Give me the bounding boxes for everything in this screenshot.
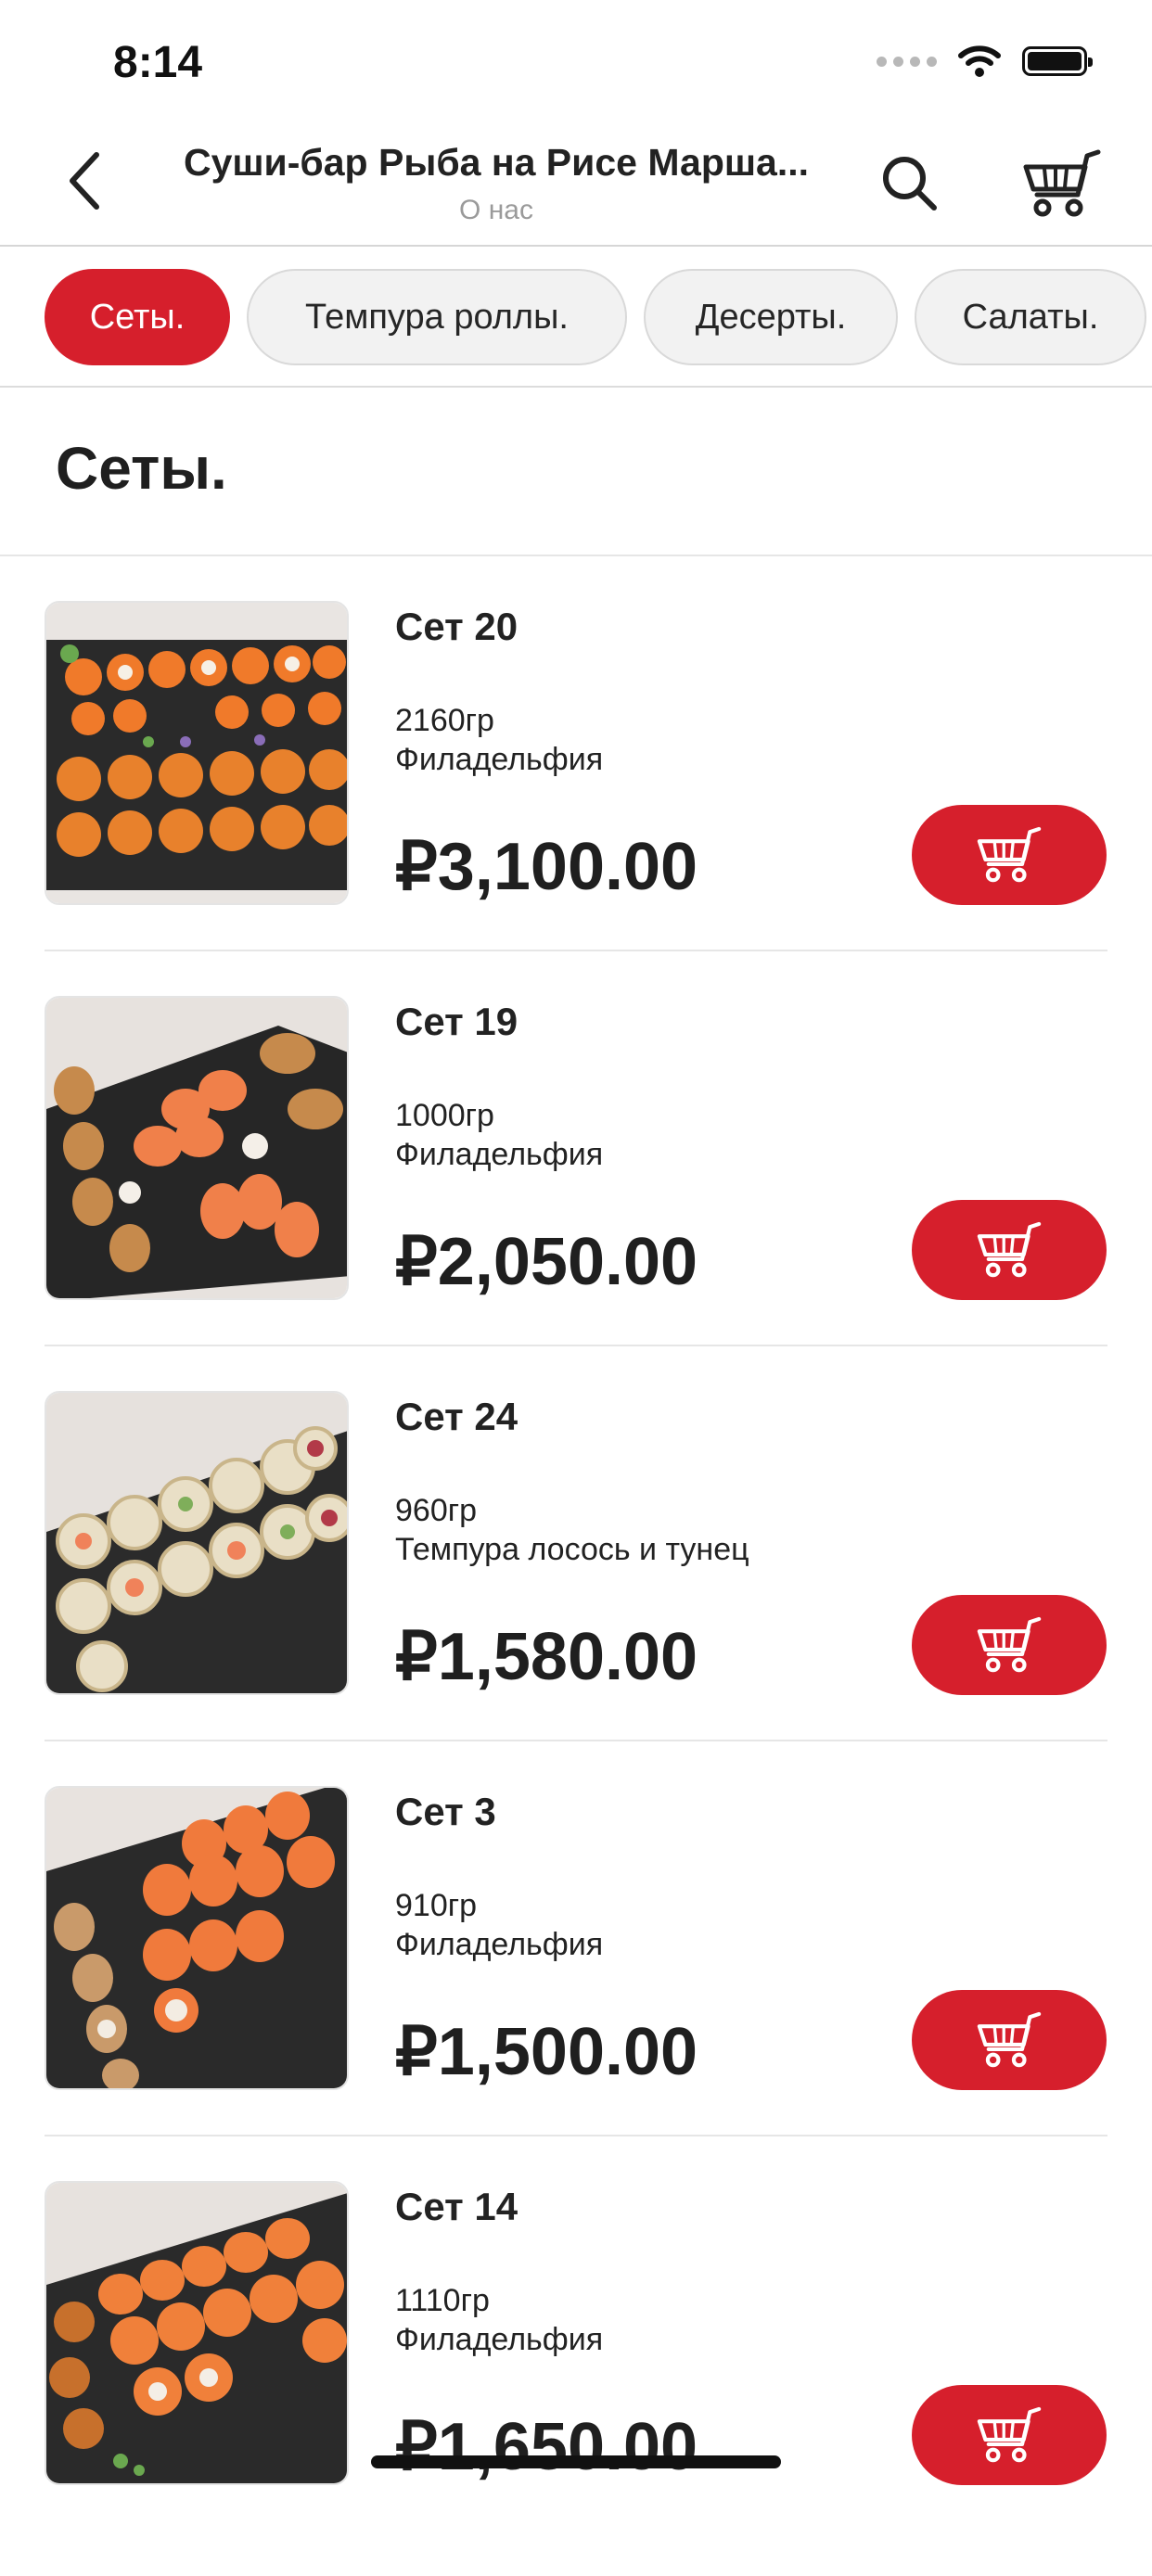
row-divider [45,1345,1107,1346]
product-name: Сет 19 [395,1000,518,1043]
home-indicator[interactable] [371,2455,781,2468]
product-item[interactable]: Сет 20 2160гр Филадельфия ₽3,100.00 [45,601,1107,996]
product-name: Сет 24 [395,1395,518,1438]
nav-bar: Суши-бар Рыба на Рисе Марша... О нас [0,121,1152,247]
product-item[interactable]: Сет 14 1110гр Филадельфия ₽1,650.00 [45,2181,1107,2576]
product-image [45,1786,349,2090]
add-to-cart-button[interactable] [912,1595,1107,1695]
product-image [45,2181,349,2485]
wifi-icon [958,45,1001,77]
status-time: 8:14 [113,38,203,87]
row-divider [45,950,1107,951]
status-icons [877,45,1093,78]
tab-sets[interactable]: Сеты. [45,269,230,365]
product-description: Филадельфия [395,1927,604,1962]
status-bar: 8:14 [0,0,1152,121]
product-weight: 1000гр [395,1098,494,1133]
row-divider [45,1740,1107,1741]
product-image [45,1391,349,1695]
cart-icon [977,1616,1042,1673]
add-to-cart-button[interactable] [912,2385,1107,2485]
tab-desserts[interactable]: Десерты. [644,269,898,365]
back-button[interactable] [56,148,111,213]
product-price: ₽1,580.00 [395,1620,698,1694]
cart-button[interactable] [1020,147,1104,221]
cart-icon [977,2406,1042,2463]
row-divider [45,2135,1107,2136]
product-weight: 910гр [395,1888,478,1923]
search-button[interactable] [877,150,943,217]
product-description: Филадельфия [395,1137,604,1172]
product-description: Темпура лосось и тунец [395,1532,749,1567]
battery-icon [1022,46,1093,76]
add-to-cart-button[interactable] [912,805,1107,905]
section-divider [0,555,1152,556]
product-item[interactable]: Сет 19 1000гр Филадельфия ₽2,050.00 [45,996,1107,1391]
cart-icon [977,2011,1042,2068]
product-weight: 2160гр [395,703,494,738]
tab-salads[interactable]: Салаты. [915,269,1146,365]
product-price: ₽1,650.00 [395,2410,698,2484]
section-title: Сеты. [56,435,227,502]
product-name: Сет 3 [395,1790,496,1833]
product-weight: 1110гр [395,2283,490,2318]
product-price: ₽2,050.00 [395,1225,698,1299]
cart-icon [977,826,1042,883]
product-weight: 960гр [395,1493,478,1528]
restaurant-title: Суши-бар Рыба на Рисе Марша... [183,141,810,184]
cart-icon [977,1221,1042,1278]
product-price: ₽1,500.00 [395,2015,698,2089]
cart-icon [1023,149,1101,217]
product-item[interactable]: Сет 24 960гр Темпура лосось и тунец ₽1,5… [45,1391,1107,1786]
tab-tempura-rolls[interactable]: Темпура роллы. [247,269,627,365]
chevron-left-icon [70,152,99,210]
product-description: Филадельфия [395,2322,604,2357]
product-image [45,601,349,905]
product-image [45,996,349,1300]
add-to-cart-button[interactable] [912,1990,1107,2090]
product-price: ₽3,100.00 [395,830,698,904]
search-icon [883,157,937,210]
product-name: Сет 20 [395,605,518,648]
signal-icon [877,56,937,67]
add-to-cart-button[interactable] [912,1200,1107,1300]
product-description: Филадельфия [395,742,604,777]
category-tabs: Сеты. Темпура роллы. Десерты. Салаты. [0,247,1152,388]
about-link[interactable]: О нас [158,195,835,226]
product-item[interactable]: Сет 3 910гр Филадельфия ₽1,500.00 [45,1786,1107,2181]
product-name: Сет 14 [395,2185,518,2228]
